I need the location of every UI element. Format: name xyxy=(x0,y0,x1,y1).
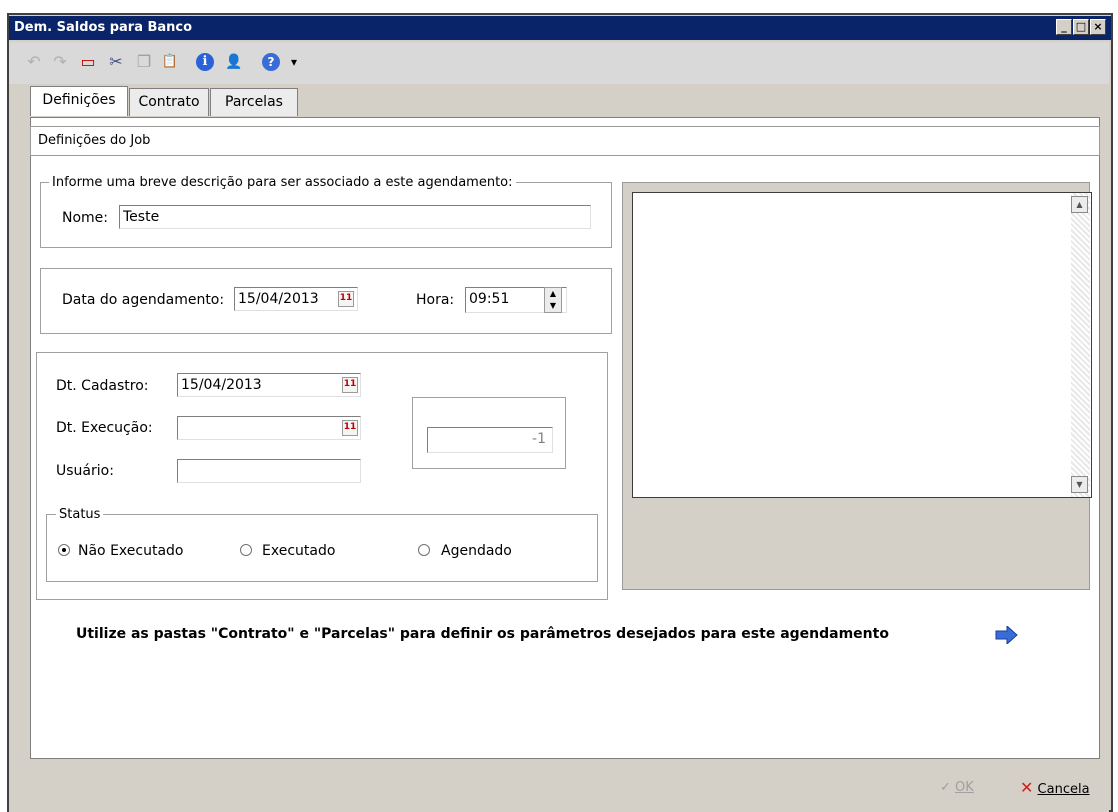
scroll-down-icon[interactable]: ▼ xyxy=(1071,476,1088,493)
notes-scrollbar[interactable] xyxy=(1071,193,1090,497)
status-label-nao-executado[interactable]: Não Executado xyxy=(78,543,183,559)
calendar-icon[interactable]: 11 xyxy=(342,420,358,436)
status-radio-nao-executado[interactable] xyxy=(58,544,70,556)
cancel-x-icon: ✕ xyxy=(1020,778,1034,797)
execucao-date-input[interactable] xyxy=(177,416,361,440)
undo-icon[interactable]: ↶ xyxy=(24,52,44,72)
window-title: Dem. Saldos para Banco xyxy=(14,20,193,35)
hint-text: Utilize as pastas "Contrato" e "Parcelas… xyxy=(76,626,889,642)
close-button[interactable]: × xyxy=(1090,19,1106,35)
cadastro-label: Dt. Cadastro: xyxy=(56,378,149,394)
ok-label: OK xyxy=(955,780,974,795)
cancel-label: Cancela xyxy=(1037,782,1090,797)
cadastro-date-input[interactable]: 15/04/2013 xyxy=(177,373,361,397)
new-doc-icon[interactable]: ▭ xyxy=(78,52,98,72)
tab-contrato[interactable]: Contrato xyxy=(129,88,209,116)
user-icon[interactable]: 👤 xyxy=(224,52,244,72)
status-label-executado[interactable]: Executado xyxy=(262,543,335,559)
arrow-right-icon[interactable] xyxy=(995,626,1019,644)
calendar-icon[interactable]: 11 xyxy=(338,291,354,307)
calendar-icon[interactable]: 11 xyxy=(342,377,358,393)
check-icon: ✓ xyxy=(940,780,951,795)
id-field: -1 xyxy=(427,427,553,453)
usuario-input[interactable] xyxy=(177,459,361,483)
execucao-label: Dt. Execução: xyxy=(56,420,153,436)
job-header-title: Definições do Job xyxy=(38,133,151,148)
info-icon[interactable]: ℹ xyxy=(196,53,214,71)
ok-button[interactable]: ✓ OK xyxy=(940,778,974,798)
tab-definicoes[interactable]: Definições xyxy=(30,86,128,116)
name-input[interactable]: Teste xyxy=(119,205,591,229)
maximize-button[interactable]: □ xyxy=(1073,19,1089,35)
description-legend: Informe uma breve descrição para ser ass… xyxy=(49,175,516,190)
usuario-label: Usuário: xyxy=(56,463,114,479)
minimize-button[interactable]: _ xyxy=(1056,19,1072,35)
redo-icon[interactable]: ↷ xyxy=(50,52,70,72)
status-radio-agendado[interactable] xyxy=(418,544,430,556)
scroll-up-icon[interactable]: ▲ xyxy=(1071,196,1088,213)
dropdown-arrow-icon[interactable]: ▾ xyxy=(284,52,304,72)
help-icon[interactable]: ? xyxy=(262,53,280,71)
paste-icon[interactable]: 📋 xyxy=(160,52,180,72)
notes-textarea[interactable] xyxy=(632,192,1092,498)
status-label-agendado[interactable]: Agendado xyxy=(441,543,512,559)
job-header-bar xyxy=(30,126,1100,156)
status-legend: Status xyxy=(56,507,104,522)
hour-spinner[interactable]: ▲ ▼ xyxy=(544,287,562,313)
copy-icon[interactable]: ❐ xyxy=(134,52,154,72)
cancel-button[interactable]: ✕ Cancela xyxy=(1020,778,1090,800)
name-label: Nome: xyxy=(62,210,109,226)
cut-icon[interactable]: ✂ xyxy=(106,52,126,72)
tab-parcelas[interactable]: Parcelas xyxy=(210,88,298,116)
hour-label: Hora: xyxy=(416,292,455,308)
schedule-date-label: Data do agendamento: xyxy=(62,292,225,308)
status-radio-executado[interactable] xyxy=(240,544,252,556)
